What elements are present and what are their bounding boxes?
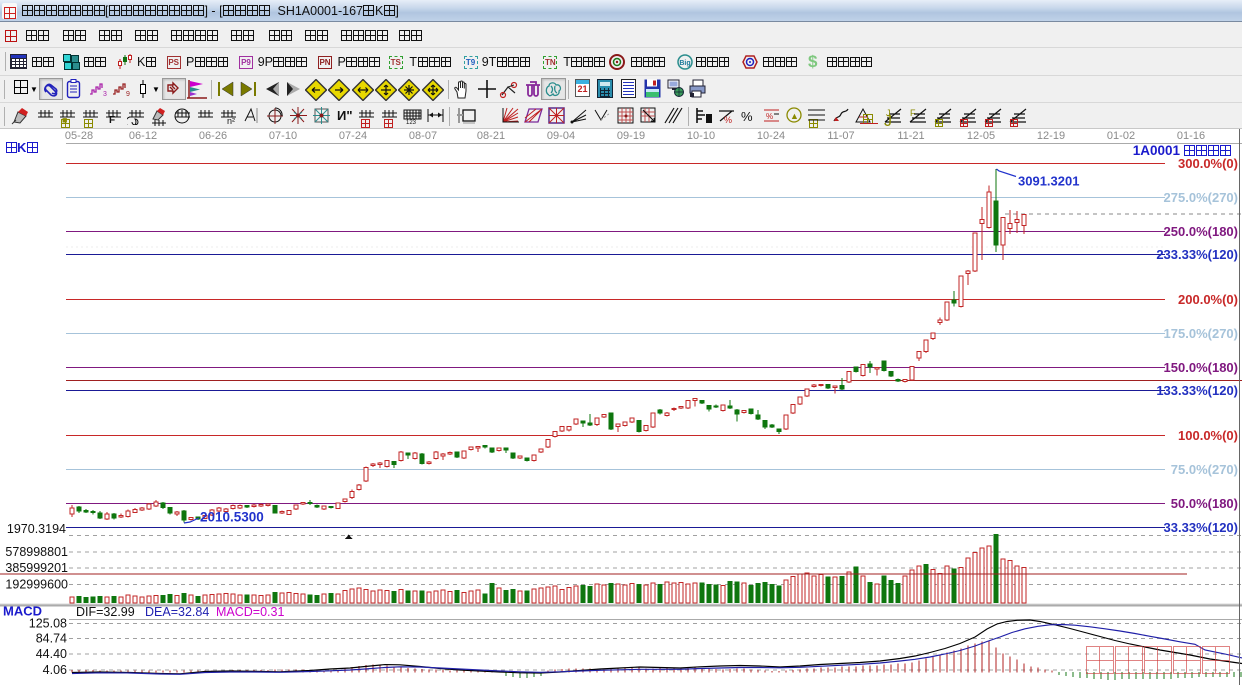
svg-text:MACD: MACD <box>3 604 42 619</box>
svg-text:1A0001: 1A0001 <box>1133 143 1181 158</box>
svg-text:11-07: 11-07 <box>827 130 854 142</box>
svg-text:05-28: 05-28 <box>65 130 93 142</box>
svg-text:75.0%(270): 75.0%(270) <box>1171 462 1238 477</box>
svg-text:01-02: 01-02 <box>1107 130 1135 142</box>
svg-text:12-05: 12-05 <box>967 130 995 142</box>
svg-text:192999600: 192999600 <box>5 578 68 592</box>
svg-text:250.0%(180): 250.0%(180) <box>1164 224 1238 239</box>
svg-text:385999201: 385999201 <box>5 561 68 575</box>
svg-text:578998801: 578998801 <box>5 545 68 559</box>
svg-text:09-04: 09-04 <box>547 130 575 142</box>
svg-text:06-26: 06-26 <box>199 130 227 142</box>
svg-text:3091.3201: 3091.3201 <box>1018 174 1079 189</box>
svg-text:07-10: 07-10 <box>269 130 297 142</box>
svg-text:10-10: 10-10 <box>687 130 715 142</box>
svg-text:275.0%(270): 275.0%(270) <box>1164 190 1238 205</box>
svg-text:09-19: 09-19 <box>617 130 645 142</box>
svg-text:200.0%(0): 200.0%(0) <box>1178 292 1238 307</box>
svg-text:84.74: 84.74 <box>36 632 67 646</box>
svg-text:233.33%(120): 233.33%(120) <box>1156 247 1238 262</box>
svg-text:DEA=32.84: DEA=32.84 <box>145 605 209 619</box>
svg-text:133.33%(120): 133.33%(120) <box>1156 383 1238 398</box>
svg-text:100.0%(0): 100.0%(0) <box>1178 428 1238 443</box>
svg-text:06-12: 06-12 <box>129 130 157 142</box>
svg-text:44.40: 44.40 <box>36 647 67 661</box>
svg-text:08-21: 08-21 <box>477 130 505 142</box>
svg-text:08-07: 08-07 <box>409 130 437 142</box>
svg-text:07-24: 07-24 <box>339 130 367 142</box>
svg-text:01-16: 01-16 <box>1177 130 1205 142</box>
svg-text:300.0%(0): 300.0%(0) <box>1178 156 1238 171</box>
svg-text:175.0%(270): 175.0%(270) <box>1164 326 1238 341</box>
svg-text:12-19: 12-19 <box>1037 130 1065 142</box>
svg-text:11-21: 11-21 <box>897 130 924 142</box>
svg-text:4.06: 4.06 <box>43 663 67 677</box>
svg-text:2010.5300: 2010.5300 <box>200 510 264 525</box>
svg-text:10-24: 10-24 <box>757 130 785 142</box>
svg-text:150.0%(180): 150.0%(180) <box>1164 360 1238 375</box>
svg-text:MACD=0.31: MACD=0.31 <box>216 605 284 619</box>
svg-text:50.0%(180): 50.0%(180) <box>1171 496 1238 511</box>
svg-text:DIF=32.99: DIF=32.99 <box>76 605 135 619</box>
svg-text:1970.3194: 1970.3194 <box>7 522 66 536</box>
svg-text:125.08: 125.08 <box>29 617 67 631</box>
svg-text:33.33%(120): 33.33%(120) <box>1164 520 1238 535</box>
